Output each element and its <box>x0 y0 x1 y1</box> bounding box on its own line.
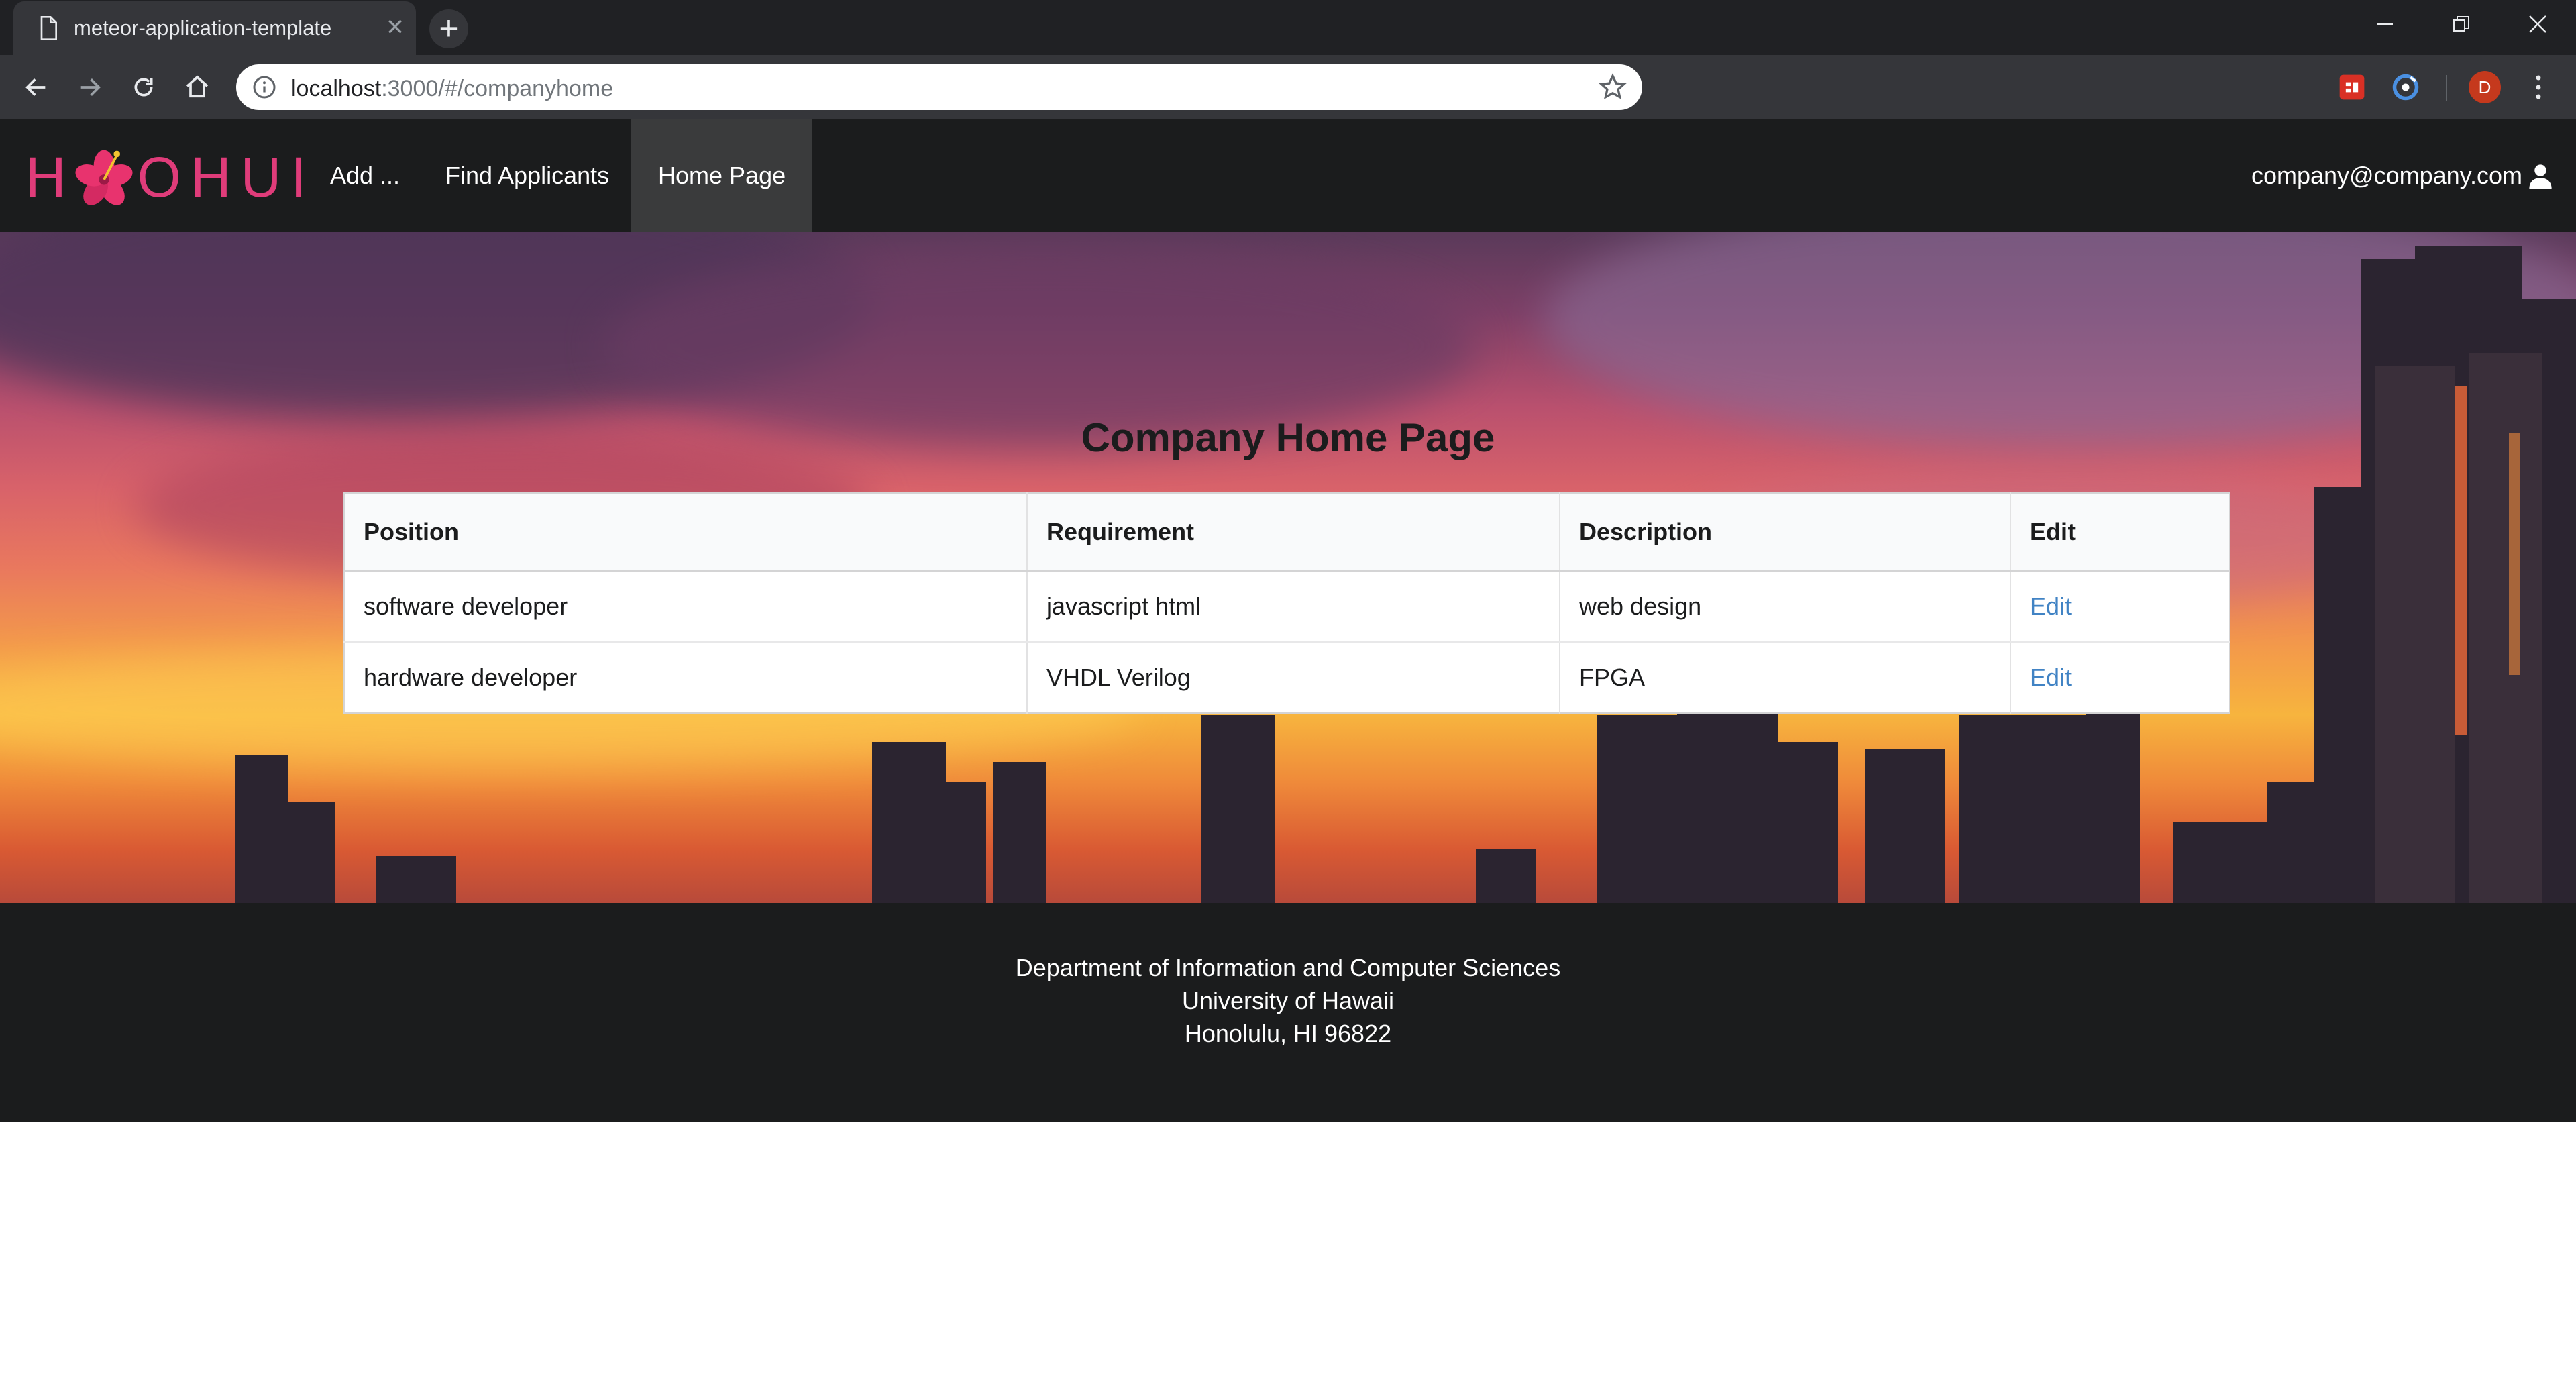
close-icon[interactable]: ✕ <box>380 12 411 43</box>
restore-icon <box>2453 16 2469 32</box>
reload-button[interactable] <box>122 66 165 109</box>
extension-icon <box>2339 74 2365 100</box>
reload-icon <box>134 78 153 97</box>
back-button[interactable] <box>15 66 58 109</box>
app-navbar: H OHUI Add ... Find Applicants Home Page… <box>0 119 2576 232</box>
table-header-row: Position Requirement Description Edit <box>344 493 2229 572</box>
cell-description: web design <box>1559 571 2010 643</box>
cell-position: hardware developer <box>364 663 578 691</box>
logo-letter-h: H <box>25 145 76 209</box>
logo-letters-ohui: OHUI <box>137 145 316 209</box>
cell-requirement: VHDL Verilog <box>1026 642 1560 713</box>
more-vertical-icon <box>2536 75 2541 99</box>
table-row: hardware developer VHDL Verilog FPGA Edi… <box>344 642 2229 713</box>
footer-line-university: University of Hawaii <box>1181 987 1395 1014</box>
extension-gear-icon <box>2392 74 2419 101</box>
toolbar-separator <box>2446 75 2447 101</box>
window-close-button[interactable] <box>2500 0 2576 48</box>
column-header-description: Description <box>1559 493 2010 572</box>
extension-button-2[interactable] <box>2390 71 2422 103</box>
bookmark-star-icon[interactable] <box>1598 72 1627 102</box>
home-icon <box>186 75 209 98</box>
edit-link[interactable]: Edit <box>2030 663 2072 691</box>
nav-find-applicants[interactable]: Find Applicants <box>419 119 636 232</box>
page-title: Company Home Page <box>1081 415 1495 460</box>
menu-button[interactable] <box>2522 71 2555 103</box>
browser-tab[interactable]: meteor-application-template ✕ <box>13 1 416 55</box>
profile-avatar[interactable]: D <box>2469 71 2501 103</box>
nav-home-page[interactable]: Home Page <box>631 119 813 232</box>
cell-description: FPGA <box>1559 642 2010 713</box>
footer-address: Department of Information and Computer S… <box>0 951 2576 1050</box>
url-text: localhost:3000/#/companyhome <box>291 76 614 101</box>
footer: Department of Information and Computer S… <box>0 903 2576 1122</box>
user-icon <box>2529 164 2552 189</box>
forward-button[interactable] <box>68 66 111 109</box>
nav-add[interactable]: Add ... <box>303 119 427 232</box>
hibiscus-flower-icon <box>75 150 133 205</box>
hero-section: Company Home Page Position Requirement D… <box>0 232 2576 903</box>
user-menu[interactable]: company@company.com <box>2251 119 2553 232</box>
cell-position: software developer <box>344 571 1027 643</box>
forward-arrow-icon <box>80 78 101 96</box>
footer-line-city: Honolulu, HI 96822 <box>1184 1020 1392 1047</box>
minimize-icon <box>2377 23 2393 25</box>
info-icon[interactable] <box>252 75 276 99</box>
column-header-edit: Edit <box>2010 493 2229 572</box>
cell-edit: Edit <box>2010 642 2229 713</box>
cell-requirement: javascript html <box>1026 571 1560 643</box>
home-button[interactable] <box>176 66 219 109</box>
column-header-position: Position <box>344 493 1027 572</box>
restore-button[interactable] <box>2423 0 2500 48</box>
minimize-button[interactable] <box>2347 0 2423 48</box>
user-email: company@company.com <box>2251 162 2522 189</box>
column-header-requirement: Requirement <box>1026 493 1560 572</box>
edit-link[interactable]: Edit <box>2030 592 2072 620</box>
new-tab-button[interactable]: + <box>429 9 468 48</box>
back-arrow-icon <box>25 78 46 96</box>
browser-tabstrip: meteor-application-template ✕ + <box>0 0 2576 55</box>
app-logo[interactable]: H OHUI <box>25 145 316 209</box>
extension-button[interactable] <box>2336 71 2368 103</box>
address-bar[interactable]: localhost:3000/#/companyhome <box>236 64 1642 110</box>
page-icon <box>40 16 57 40</box>
tab-title: meteor-application-template <box>74 16 332 40</box>
close-window-icon <box>2529 15 2546 33</box>
positions-table: Position Requirement Description Edit so… <box>343 492 2230 714</box>
table-row: software developer javascript html web d… <box>344 571 2229 643</box>
footer-line-department: Department of Information and Computer S… <box>1015 954 1561 981</box>
cell-edit: Edit <box>2010 571 2229 643</box>
browser-toolbar: localhost:3000/#/companyhome D <box>0 55 2576 119</box>
